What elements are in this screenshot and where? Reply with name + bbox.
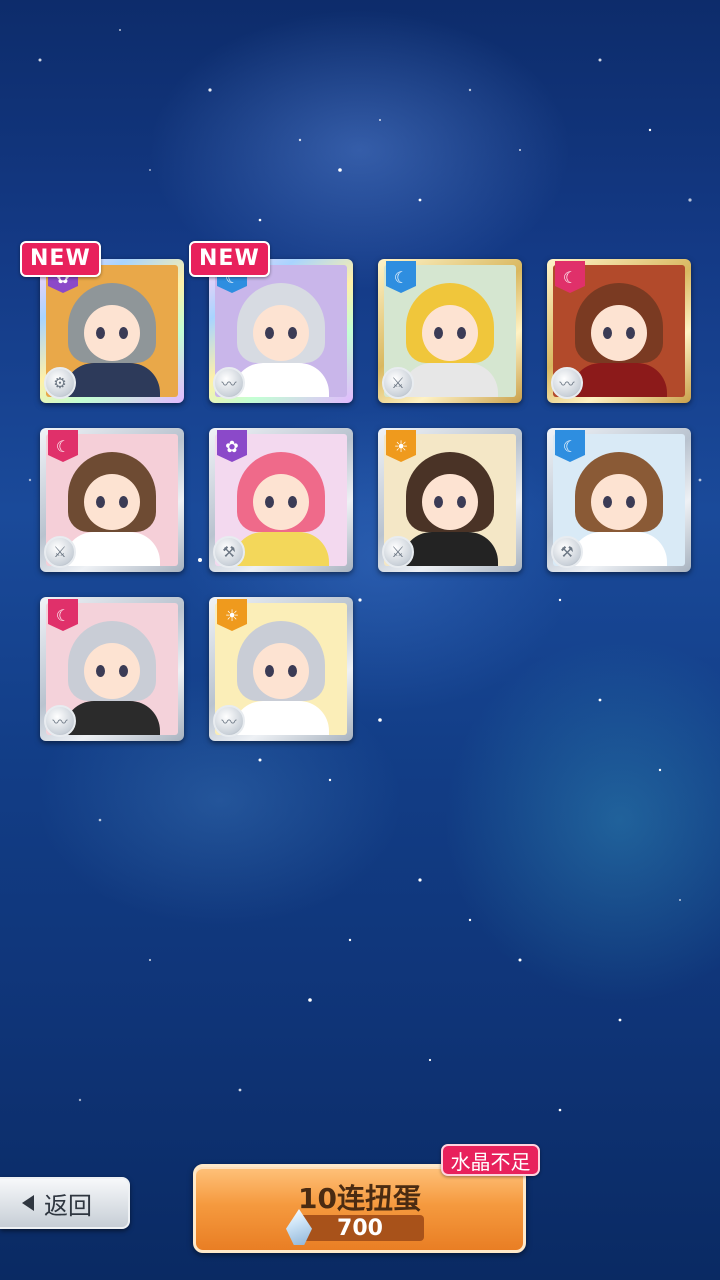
character-eye <box>119 327 128 339</box>
wave-icon: 〰 <box>44 705 76 737</box>
gacha-cost-value: 700 <box>337 1215 383 1241</box>
character-eye <box>603 327 612 339</box>
character-eye <box>457 496 466 508</box>
character-outfit <box>64 363 160 397</box>
gear-icon: ⚙ <box>44 367 76 399</box>
back-button[interactable]: 返回 <box>0 1177 130 1229</box>
character-outfit <box>233 532 329 566</box>
character-outfit <box>233 363 329 397</box>
character-eye <box>96 496 105 508</box>
character-eye <box>119 496 128 508</box>
character-eye <box>96 327 105 339</box>
hammer-icon: ⚒ <box>213 536 245 568</box>
character-eye <box>457 327 466 339</box>
character-card[interactable]: ☾ 〰 <box>547 259 691 403</box>
character-card[interactable]: ✿ ⚒ <box>209 428 353 572</box>
character-outfit <box>64 532 160 566</box>
character-face <box>84 305 140 361</box>
character-outfit <box>233 701 329 735</box>
gacha-10-pull-button[interactable]: 10连扭蛋 700 <box>193 1164 526 1253</box>
character-face <box>253 643 309 699</box>
wave-icon: 〰 <box>213 367 245 399</box>
character-card[interactable]: ☾ 〰 <box>40 597 184 741</box>
character-eye <box>265 665 274 677</box>
character-face <box>84 474 140 530</box>
new-badge: NEW <box>189 241 270 277</box>
character-face <box>422 474 478 530</box>
sword-icon: ⚔ <box>44 536 76 568</box>
character-eye <box>119 665 128 677</box>
character-card[interactable]: ☾ ⚔ <box>40 428 184 572</box>
character-outfit <box>571 363 667 397</box>
character-eye <box>626 327 635 339</box>
character-card[interactable]: ☾ ⚔ <box>378 259 522 403</box>
back-button-label: 返回 <box>44 1191 92 1220</box>
character-eye <box>265 327 274 339</box>
character-eye <box>96 665 105 677</box>
character-eye <box>288 496 297 508</box>
sword-icon: ⚔ <box>382 367 414 399</box>
gacha-button-label: 10连扭蛋 <box>298 1182 421 1215</box>
back-arrow-icon <box>22 1195 34 1211</box>
character-face <box>422 305 478 361</box>
character-eye <box>603 496 612 508</box>
wave-icon: 〰 <box>551 367 583 399</box>
hammer-icon: ⚒ <box>551 536 583 568</box>
character-face <box>84 643 140 699</box>
character-eye <box>626 496 635 508</box>
character-face <box>591 474 647 530</box>
character-card[interactable]: ☾ 〰 NEW <box>189 241 353 403</box>
character-card[interactable]: ☀ 〰 <box>209 597 353 741</box>
card-result-grid: ✿ ⚙ NEW ☾ 〰 NEW ☾ ⚔ ☾ 〰 ☾ ⚔ ✿ ⚒ ☀ ⚔ ☾ ⚒ ☾ 〰 ☀ 〰 <box>0 0 720 760</box>
character-card[interactable]: ✿ ⚙ NEW <box>20 241 184 403</box>
wave-icon: 〰 <box>213 705 245 737</box>
character-card[interactable]: ☾ ⚒ <box>547 428 691 572</box>
character-eye <box>434 327 443 339</box>
character-eye <box>265 496 274 508</box>
character-outfit <box>64 701 160 735</box>
character-face <box>253 474 309 530</box>
character-outfit <box>402 532 498 566</box>
sword-icon: ⚔ <box>382 536 414 568</box>
character-eye <box>434 496 443 508</box>
character-outfit <box>402 363 498 397</box>
character-eye <box>288 327 297 339</box>
character-outfit <box>571 532 667 566</box>
character-face <box>253 305 309 361</box>
character-card[interactable]: ☀ ⚔ <box>378 428 522 572</box>
character-eye <box>288 665 297 677</box>
gacha-cost: 700 <box>286 1209 424 1245</box>
new-badge: NEW <box>20 241 101 277</box>
character-face <box>591 305 647 361</box>
insufficient-crystal-badge: 水晶不足 <box>441 1144 540 1176</box>
